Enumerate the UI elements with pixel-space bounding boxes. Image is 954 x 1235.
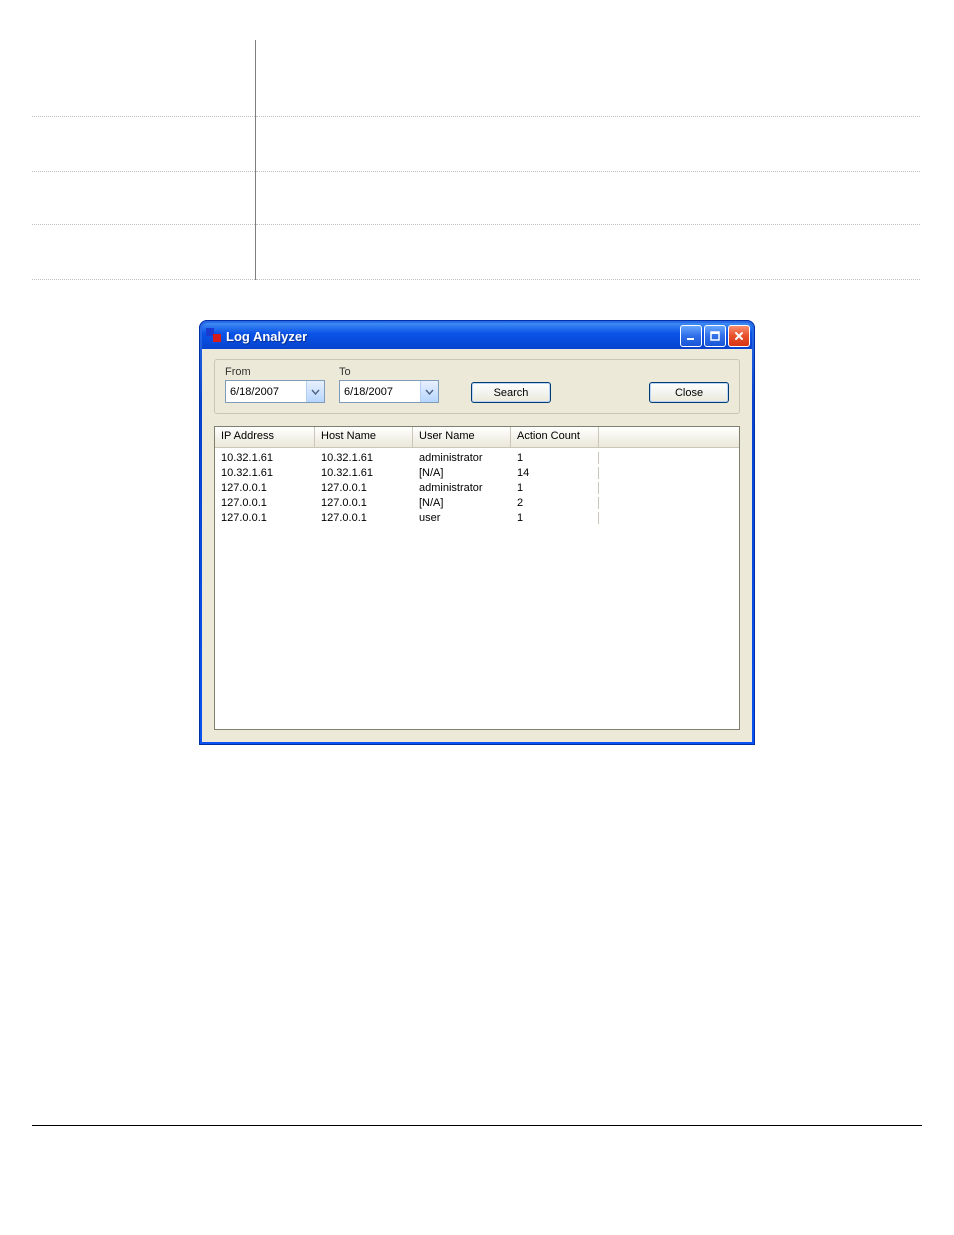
- to-date-input[interactable]: [340, 381, 420, 402]
- app-icon: [206, 328, 222, 344]
- cell-ip: 127.0.0.1: [215, 497, 315, 509]
- to-date-dropdown-button[interactable]: [420, 381, 438, 402]
- table-row[interactable]: 10.32.1.61 10.32.1.61 [N/A] 14: [215, 465, 739, 480]
- column-header-filler: [599, 427, 739, 447]
- table-row[interactable]: 127.0.0.1 127.0.0.1 user 1: [215, 510, 739, 525]
- table-row[interactable]: 127.0.0.1 127.0.0.1 [N/A] 2: [215, 495, 739, 510]
- cell-count: 1: [511, 482, 599, 494]
- from-date-picker[interactable]: [225, 380, 325, 403]
- table-row[interactable]: 127.0.0.1 127.0.0.1 administrator 1: [215, 480, 739, 495]
- column-header-ip[interactable]: IP Address: [215, 427, 315, 447]
- from-date-dropdown-button[interactable]: [306, 381, 324, 402]
- cell-user: administrator: [413, 452, 511, 464]
- to-date-picker[interactable]: [339, 380, 439, 403]
- cell-host: 127.0.0.1: [315, 512, 413, 524]
- column-header-count[interactable]: Action Count: [511, 427, 599, 447]
- cell-ip: 127.0.0.1: [215, 512, 315, 524]
- from-label: From: [225, 366, 325, 378]
- window-title: Log Analyzer: [226, 329, 680, 344]
- cell-host: 10.32.1.61: [315, 452, 413, 464]
- cell-count: 14: [511, 467, 599, 479]
- cell-user: [N/A]: [413, 497, 511, 509]
- close-button[interactable]: Close: [649, 382, 729, 403]
- from-date-input[interactable]: [226, 381, 306, 402]
- results-listview[interactable]: IP Address Host Name User Name Action Co…: [214, 426, 740, 730]
- from-field: From: [225, 366, 325, 403]
- to-label: To: [339, 366, 439, 378]
- cell-count: 1: [511, 512, 599, 524]
- window-controls: [680, 325, 750, 347]
- cell-host: 127.0.0.1: [315, 497, 413, 509]
- cell-user: [N/A]: [413, 467, 511, 479]
- cell-count: 2: [511, 497, 599, 509]
- table-row[interactable]: 10.32.1.61 10.32.1.61 administrator 1: [215, 450, 739, 465]
- cell-user: administrator: [413, 482, 511, 494]
- column-header-user[interactable]: User Name: [413, 427, 511, 447]
- search-toolbar: From To: [214, 359, 740, 414]
- client-area: From To: [202, 349, 752, 742]
- to-field: To: [339, 366, 439, 403]
- close-window-button[interactable]: [728, 325, 750, 347]
- search-button[interactable]: Search: [471, 382, 551, 403]
- cell-count: 1: [511, 452, 599, 464]
- list-body: 10.32.1.61 10.32.1.61 administrator 1 10…: [215, 448, 739, 527]
- titlebar[interactable]: Log Analyzer: [202, 323, 752, 349]
- cell-ip: 10.32.1.61: [215, 452, 315, 464]
- list-header: IP Address Host Name User Name Action Co…: [215, 427, 739, 448]
- cell-user: user: [413, 512, 511, 524]
- cell-host: 127.0.0.1: [315, 482, 413, 494]
- cell-ip: 10.32.1.61: [215, 467, 315, 479]
- minimize-button[interactable]: [680, 325, 702, 347]
- footer-rule: [32, 1125, 922, 1126]
- cell-host: 10.32.1.61: [315, 467, 413, 479]
- maximize-button[interactable]: [704, 325, 726, 347]
- log-analyzer-window: Log Analyzer From: [199, 320, 755, 745]
- column-header-host[interactable]: Host Name: [315, 427, 413, 447]
- cell-ip: 127.0.0.1: [215, 482, 315, 494]
- background-grid: [32, 40, 920, 280]
